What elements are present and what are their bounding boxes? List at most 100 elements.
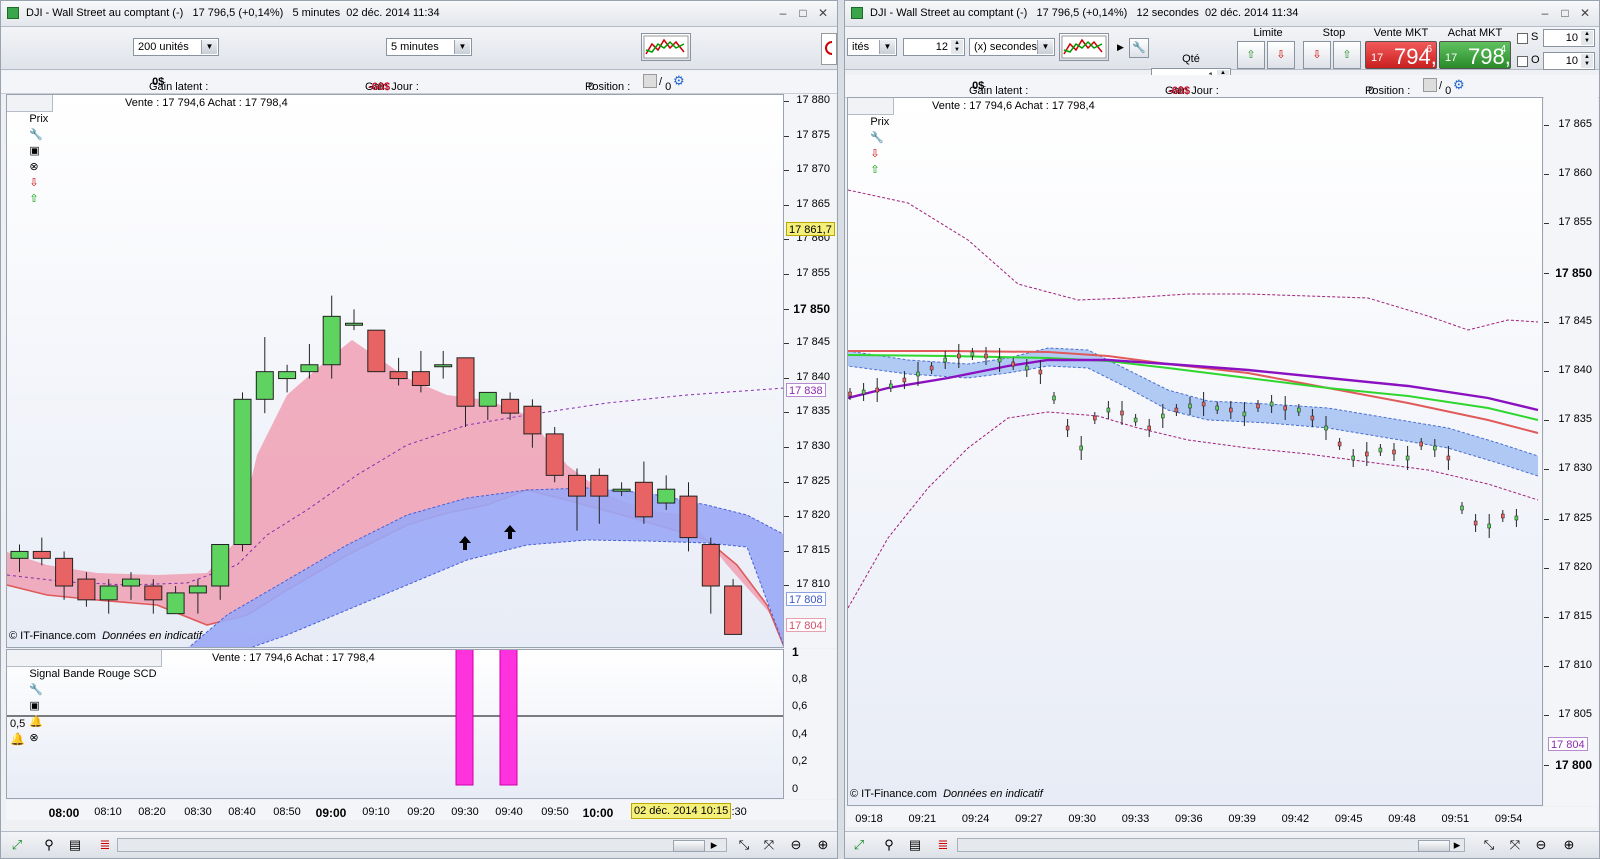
expand-icon[interactable]: ⤧ — [1507, 837, 1523, 853]
zoom-out-icon[interactable]: ⊖ — [788, 837, 804, 853]
remove-icon[interactable]: ⊗ — [29, 161, 38, 173]
o-checkbox[interactable] — [1517, 56, 1528, 67]
price-chart[interactable]: Prix 🔧 ⇩ ⇧ Vente : 17 794,6 Achat : 17 7… — [847, 97, 1543, 806]
remove-icon[interactable]: ⊗ — [29, 732, 38, 744]
panel-arrow-icon[interactable]: ▶ — [1117, 42, 1124, 53]
candle-body — [278, 371, 297, 380]
tick-bar-body — [1392, 449, 1396, 455]
magnet-icon[interactable]: ⚲ — [41, 837, 57, 853]
wrench-icon[interactable]: 🔧 — [870, 132, 884, 144]
close-button[interactable]: ✕ — [1577, 5, 1593, 21]
interval-value-input[interactable]: 12 ▲ ▼ — [903, 38, 965, 56]
settings-gear-icon[interactable]: ⚙ — [1453, 77, 1465, 93]
magnet-icon[interactable]: ⚲ — [881, 837, 897, 853]
time-scrollbar[interactable] — [117, 838, 727, 852]
minimize-button[interactable]: – — [775, 5, 791, 21]
candle-body — [478, 391, 497, 407]
shrink-icon[interactable]: ⤡ — [736, 837, 752, 853]
sell-market-button[interactable]: 17 794, 6 — [1365, 41, 1437, 69]
print-icon[interactable]: ▤ — [907, 837, 923, 853]
spinner-icon[interactable]: ▲▼ — [1581, 54, 1593, 68]
order-settings-button[interactable]: 🔧 — [1129, 38, 1149, 58]
price-tick-label: 17 880 — [796, 94, 830, 106]
candle-body — [99, 585, 118, 601]
tick-mark — [1544, 518, 1549, 520]
buy-arrow-icon[interactable]: ⇧ — [29, 193, 38, 205]
zoom-in-icon[interactable]: ⊕ — [815, 837, 831, 853]
shrink-icon[interactable]: ⤡ — [1481, 837, 1497, 853]
units-select[interactable]: 200 unités ▼ — [133, 38, 219, 56]
sell-arrow-icon[interactable]: ⇩ — [870, 148, 879, 160]
buy-arrow-icon[interactable]: ⇧ — [870, 164, 879, 176]
time-scrollbar[interactable] — [957, 838, 1465, 852]
scroll-thumb[interactable] — [673, 840, 705, 852]
candle-body — [701, 544, 720, 587]
wrench-icon[interactable]: 🔧 — [29, 129, 43, 141]
tick-bar-body — [1460, 505, 1464, 511]
order-panel-toggle[interactable] — [821, 33, 837, 65]
tick-mark — [1544, 764, 1549, 766]
wrench-icon[interactable]: 🔧 — [29, 684, 43, 696]
stop-buy-button[interactable]: ⇧ — [1333, 41, 1361, 69]
close-button[interactable]: ✕ — [815, 5, 831, 21]
minimize-button[interactable]: – — [1537, 5, 1553, 21]
scroll-right-icon[interactable]: ▸ — [706, 837, 722, 853]
time-axis[interactable]: 08:00 08:10 08:20 08:30 08:40 08:50 09:00 09:10… — [6, 800, 836, 820]
chevron-down-icon: ▼ — [454, 40, 470, 54]
candle-body — [568, 474, 586, 497]
limit-sell-button[interactable]: ⇩ — [1267, 41, 1295, 69]
spinner-icon[interactable]: ▲▼ — [951, 40, 963, 54]
indicators-button[interactable] — [641, 33, 691, 61]
auto-scale-icon[interactable]: ⤢ — [851, 837, 867, 853]
print-icon[interactable]: ▤ — [67, 837, 83, 853]
chevron-down-icon: ▼ — [1037, 40, 1053, 54]
alert-bell-icon[interactable]: 🔔 — [10, 732, 25, 746]
price-axis[interactable]: 17 865 17 860 17 855 17 850 17 845 17 840 17 8… — [1544, 97, 1598, 806]
price-axis[interactable]: 17 880 17 875 17 870 17 865 17 860 17 855 17 8… — [784, 94, 836, 648]
time-tick-label: 08:00 — [48, 806, 80, 820]
price-tick-label: 17 855 — [1558, 216, 1592, 229]
status-bar: ⤢ ⚲ ▤ ≣ ▸ ⤡ ⤧ ⊖ ⊕ — [1, 831, 837, 858]
indicators-button[interactable] — [1059, 33, 1109, 61]
o-value-input[interactable]: 10 ▲ ▼ — [1543, 52, 1595, 70]
layers-icon[interactable]: ≣ — [97, 837, 113, 853]
stop-sell-button[interactable]: ⇩ — [1303, 41, 1331, 69]
chevron-down-icon: ▼ — [879, 40, 895, 54]
zoom-out-icon[interactable]: ⊖ — [1533, 837, 1549, 853]
limit-buy-button[interactable]: ⇧ — [1237, 41, 1265, 69]
auto-scale-icon[interactable]: ⤢ — [9, 837, 25, 853]
zoom-in-icon[interactable]: ⊕ — [1561, 837, 1577, 853]
position-detail-icon[interactable] — [1423, 78, 1437, 92]
s-checkbox[interactable] — [1517, 33, 1528, 44]
time-axis[interactable]: 09:18 09:21 09:24 09:27 09:30 09:33 09:36 09:39… — [847, 807, 1597, 827]
position-detail-icon[interactable] — [643, 74, 657, 88]
candle-body — [634, 481, 653, 518]
buy-market-button[interactable]: 17 798, 4 — [1439, 41, 1511, 69]
interval-unit-select[interactable]: (x) secondes ▼ — [969, 38, 1055, 56]
window-icon[interactable]: ▣ — [29, 700, 39, 712]
tick-mark — [1544, 174, 1549, 176]
indicator-chart[interactable]: Signal Bande Rouge SCD 🔧 ▣ 🔔 ⊗ Vente : 1… — [6, 649, 784, 799]
sell-arrow-icon[interactable]: ⇩ — [29, 177, 38, 189]
o-value: 10 — [1565, 55, 1578, 67]
expand-icon[interactable]: ⤧ — [761, 837, 777, 853]
layers-icon[interactable]: ≣ — [935, 837, 951, 853]
time-tick-label: 09:33 — [1121, 813, 1150, 825]
s-value-input[interactable]: 10 ▲ ▼ — [1543, 29, 1595, 47]
alert-bell-icon[interactable]: 🔔 — [29, 716, 43, 728]
tick-bar-body — [1133, 417, 1138, 423]
maximize-button[interactable]: □ — [1557, 5, 1573, 21]
scroll-thumb[interactable] — [1418, 840, 1450, 852]
scroll-right-icon[interactable]: ▸ — [1449, 837, 1465, 853]
settings-gear-icon[interactable]: ⚙ — [673, 73, 685, 89]
price-chart[interactable]: Prix 🔧 ▣ ⊗ ⇩ ⇧ Vente : 17 794,6 Achat : … — [6, 94, 784, 648]
maximize-button[interactable]: □ — [795, 5, 811, 21]
tick-bar-body — [929, 365, 934, 371]
time-tick-label: 08:40 — [228, 806, 256, 818]
window-icon[interactable]: ▣ — [29, 145, 39, 157]
tick-bar-body — [1256, 403, 1260, 409]
interval-select[interactable]: 5 minutes ▼ — [386, 38, 472, 56]
spinner-icon[interactable]: ▲▼ — [1581, 31, 1593, 45]
units-select[interactable]: ités ▼ — [847, 38, 897, 56]
tick-mark — [784, 274, 789, 275]
